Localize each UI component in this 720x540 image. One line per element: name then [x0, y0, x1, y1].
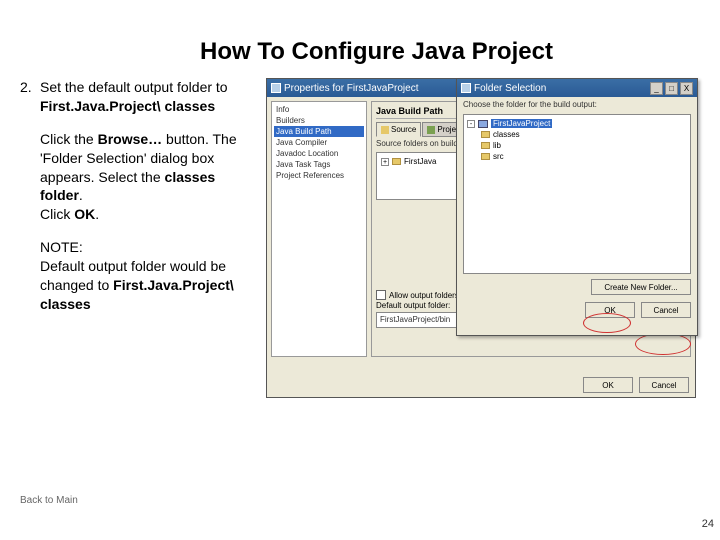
sidebar-item-javadoc[interactable]: Javadoc Location: [274, 148, 364, 159]
collapse-icon[interactable]: -: [467, 120, 475, 128]
slide-title: How To Configure Java Project: [0, 0, 720, 66]
close-icon[interactable]: X: [680, 82, 693, 95]
sidebar-item-java-compiler[interactable]: Java Compiler: [274, 137, 364, 148]
tree-item-lib[interactable]: lib: [467, 140, 687, 151]
window-icon: [271, 83, 281, 93]
screenshot-area: Properties for FirstJavaProject ? X Info…: [266, 78, 712, 328]
tree-root[interactable]: - FirstJavaProject: [467, 118, 687, 129]
note-head: NOTE:: [40, 239, 83, 255]
sidebar-item-builders[interactable]: Builders: [274, 115, 364, 126]
step-text: Set the default output folder to: [40, 79, 228, 95]
sidebar-item-project-refs[interactable]: Project References: [274, 170, 364, 181]
folder-selection-titlebar[interactable]: Folder Selection _ □ X: [457, 79, 697, 97]
folder-icon: [481, 131, 490, 138]
properties-sidebar: Info Builders Java Build Path Java Compi…: [271, 101, 367, 357]
folder-selection-prompt: Choose the folder for the build output:: [457, 97, 697, 112]
sidebar-item-java-build-path[interactable]: Java Build Path: [274, 126, 364, 137]
min-icon[interactable]: _: [650, 82, 663, 95]
folder-selection-dialog: Folder Selection _ □ X Choose the folder…: [456, 78, 698, 336]
create-new-folder-button[interactable]: Create New Folder...: [591, 279, 691, 295]
folder-icon: [392, 158, 401, 165]
window-icon: [461, 83, 471, 93]
cancel-button[interactable]: Cancel: [639, 377, 689, 393]
tree-item-src[interactable]: src: [467, 151, 687, 162]
tree-item-classes[interactable]: classes: [467, 129, 687, 140]
ok-button[interactable]: OK: [583, 377, 633, 393]
folder-tree[interactable]: - FirstJavaProject classes lib src: [463, 114, 691, 274]
projects-icon: [427, 126, 435, 134]
folder-ok-button[interactable]: OK: [585, 302, 635, 318]
sidebar-item-info[interactable]: Info: [274, 104, 364, 115]
content-row: 2. Set the default output folder to Firs…: [0, 66, 720, 328]
sidebar-item-task-tags[interactable]: Java Task Tags: [274, 159, 364, 170]
tab-source[interactable]: Source: [376, 122, 421, 137]
step-number: 2.: [20, 78, 32, 97]
step-2: 2. Set the default output folder to Firs…: [20, 78, 260, 116]
step-path: First.Java.Project\ classes: [40, 98, 215, 114]
note-block: NOTE: Default output folder would be cha…: [40, 238, 260, 314]
folder-icon: [481, 153, 490, 160]
project-icon: [478, 120, 488, 128]
page-number: 24: [702, 518, 714, 530]
back-to-main-link[interactable]: Back to Main: [20, 495, 78, 506]
folder-cancel-button[interactable]: Cancel: [641, 302, 691, 318]
folder-icon: [381, 126, 389, 134]
browse-instruction: Click the Browse… button. The 'Folder Se…: [40, 130, 260, 224]
properties-title-text: Properties for FirstJavaProject: [284, 83, 419, 94]
expand-icon[interactable]: +: [381, 158, 389, 166]
instructions-column: 2. Set the default output folder to Firs…: [20, 78, 260, 328]
folder-selection-title-text: Folder Selection: [474, 83, 546, 94]
tree-root-label: FirstJavaProject: [491, 119, 552, 128]
folder-icon: [481, 142, 490, 149]
max-icon[interactable]: □: [665, 82, 678, 95]
